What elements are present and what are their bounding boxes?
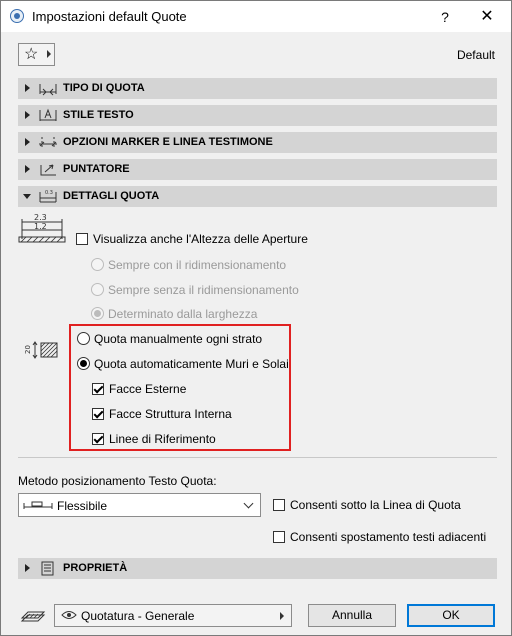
allow-below-line-label: Consenti sotto la Linea di Quota bbox=[290, 498, 461, 512]
text-style-icon bbox=[39, 108, 57, 121]
opening-option-radio-2[interactable] bbox=[91, 283, 104, 296]
manual-layer-radio[interactable] bbox=[77, 332, 90, 345]
section-stile-testo[interactable]: STILE TESTO bbox=[18, 105, 497, 126]
auto-walls-slabs-radio[interactable] bbox=[77, 357, 90, 370]
external-faces-label: Facce Esterne bbox=[109, 382, 187, 396]
auto-walls-slabs-label: Quota automaticamente Muri e Solai bbox=[94, 357, 289, 371]
section-label: DETTAGLI QUOTA bbox=[63, 190, 160, 202]
dimension-details-icon: 0.3 bbox=[39, 190, 57, 203]
allow-move-adjacent-label: Consenti spostamento testi adiacenti bbox=[290, 530, 487, 544]
archicad-app-icon bbox=[10, 9, 24, 23]
expand-arrow-icon bbox=[25, 564, 30, 572]
expand-arrow-icon bbox=[25, 111, 30, 119]
title-bar: Impostazioni default Quote ? ✕ bbox=[1, 1, 511, 32]
opening-option-label-3: Determinato dalla larghezza bbox=[108, 307, 258, 321]
placement-method-dropdown[interactable]: Flessibile bbox=[18, 493, 261, 517]
allow-move-adjacent-checkbox[interactable] bbox=[273, 531, 285, 543]
show-opening-height-label: Visualizza anche l'Altezza delle Apertur… bbox=[93, 232, 308, 246]
view-settings-button[interactable]: Quotatura - Generale bbox=[54, 604, 292, 627]
section-opzioni-marker[interactable]: OPZIONI MARKER E LINEA TESTIMONE bbox=[18, 132, 497, 153]
pointer-icon bbox=[40, 164, 56, 176]
dimension-type-icon bbox=[39, 84, 57, 96]
internal-structure-faces-checkbox[interactable] bbox=[92, 408, 104, 420]
view-settings-label: Quotatura - Generale bbox=[81, 609, 195, 623]
opening-option-radio-1[interactable] bbox=[91, 258, 104, 271]
section-label: OPZIONI MARKER E LINEA TESTIMONE bbox=[63, 136, 273, 148]
window-title: Impostazioni default Quote bbox=[32, 9, 187, 24]
expand-arrow-icon bbox=[25, 165, 30, 173]
side-icon-number: 20 bbox=[24, 345, 32, 354]
placement-method-value: Flessibile bbox=[57, 499, 108, 513]
expand-arrow-icon bbox=[25, 138, 30, 146]
opening-option-label-2: Sempre senza il ridimensionamento bbox=[108, 283, 299, 297]
opening-option-label-1: Sempre con il ridimensionamento bbox=[108, 258, 287, 272]
collapse-arrow-icon bbox=[23, 194, 31, 199]
manual-layer-label: Quota manualmente ogni strato bbox=[94, 332, 263, 346]
document-icon bbox=[41, 561, 54, 576]
allow-below-line-checkbox[interactable] bbox=[273, 499, 285, 511]
show-opening-height-checkbox[interactable] bbox=[76, 233, 88, 245]
ok-button[interactable]: OK bbox=[407, 604, 495, 627]
favorites-button[interactable]: ☆ bbox=[18, 43, 55, 66]
close-button[interactable]: ✕ bbox=[475, 6, 499, 28]
reference-lines-checkbox[interactable] bbox=[92, 433, 104, 445]
expand-arrow-icon bbox=[25, 84, 30, 92]
svg-text:0.3: 0.3 bbox=[45, 190, 53, 196]
internal-structure-faces-label: Facce Struttura Interna bbox=[109, 407, 232, 421]
section-label: PROPRIETÀ bbox=[63, 562, 128, 574]
layer-stack-icon bbox=[20, 611, 46, 622]
section-puntatore[interactable]: PUNTATORE bbox=[18, 159, 497, 180]
section-label: PUNTATORE bbox=[63, 163, 130, 175]
cancel-button[interactable]: Annulla bbox=[308, 604, 396, 627]
dialog-window: Impostazioni default Quote ? ✕ ☆ Default… bbox=[0, 0, 512, 636]
section-label: TIPO DI QUOTA bbox=[63, 82, 145, 94]
eye-icon bbox=[61, 611, 77, 619]
arrow-right-icon bbox=[47, 50, 51, 58]
default-label: Default bbox=[456, 48, 495, 62]
layer-dimension-icon: 20 bbox=[24, 341, 58, 359]
reference-lines-label: Linee di Riferimento bbox=[109, 432, 216, 446]
help-button[interactable]: ? bbox=[433, 6, 457, 28]
divider bbox=[18, 457, 497, 458]
flexible-placement-icon bbox=[23, 501, 53, 509]
opening-height-dimension-icon: 2.3 1.2 bbox=[18, 213, 66, 243]
section-dettagli-quota[interactable]: 0.3 DETTAGLI QUOTA bbox=[18, 186, 497, 207]
opening-option-radio-3[interactable] bbox=[91, 307, 104, 320]
section-tipo-di-quota[interactable]: TIPO DI QUOTA bbox=[18, 78, 497, 99]
marker-witness-line-icon bbox=[39, 137, 57, 148]
star-icon: ☆ bbox=[24, 46, 39, 63]
section-proprieta[interactable]: PROPRIETÀ bbox=[18, 558, 497, 579]
chevron-down-icon bbox=[243, 498, 254, 509]
section-label: STILE TESTO bbox=[63, 109, 134, 121]
icon-number-top: 2.3 bbox=[34, 213, 47, 222]
external-faces-checkbox[interactable] bbox=[92, 383, 104, 395]
arrow-right-icon bbox=[280, 612, 284, 620]
icon-number-bottom: 1.2 bbox=[34, 222, 47, 231]
placement-method-label: Metodo posizionamento Testo Quota: bbox=[18, 474, 217, 488]
